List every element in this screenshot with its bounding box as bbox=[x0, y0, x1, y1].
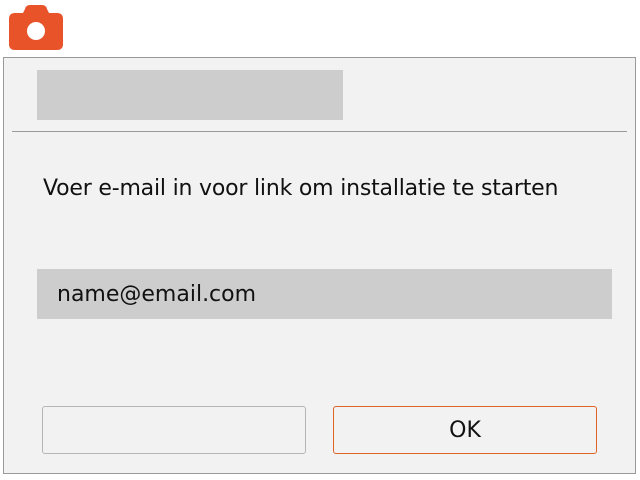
email-dialog: Voer e-mail in voor link om installatie … bbox=[3, 57, 636, 474]
divider bbox=[12, 131, 627, 132]
camera-icon bbox=[9, 5, 63, 50]
ok-button[interactable]: OK bbox=[333, 406, 597, 454]
dialog-title bbox=[37, 70, 343, 120]
cancel-button[interactable] bbox=[42, 406, 306, 454]
prompt-label: Voer e-mail in voor link om installatie … bbox=[43, 176, 559, 201]
email-input[interactable] bbox=[37, 269, 612, 319]
